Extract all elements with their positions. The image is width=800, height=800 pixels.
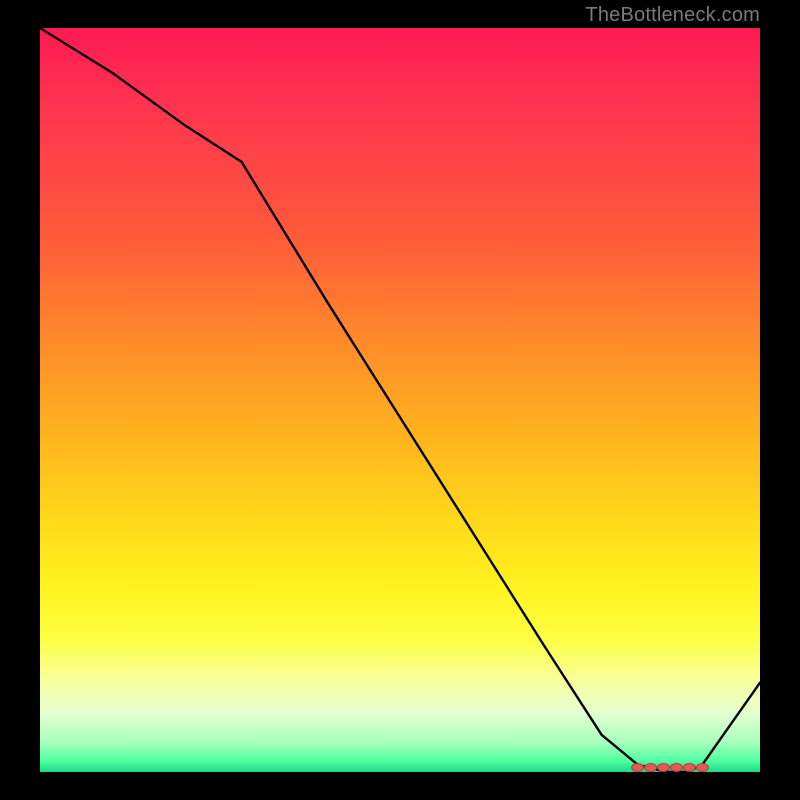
optimal-marker bbox=[632, 764, 644, 772]
optimal-marker bbox=[658, 764, 670, 772]
plot-area bbox=[40, 28, 760, 772]
optimal-marker bbox=[671, 764, 683, 772]
optimal-marker bbox=[645, 764, 657, 772]
watermark-text: TheBottleneck.com bbox=[585, 4, 760, 27]
optimal-marker bbox=[683, 764, 695, 772]
optimal-marker bbox=[696, 764, 708, 772]
bottleneck-curve bbox=[40, 28, 760, 772]
chart-frame: TheBottleneck.com bbox=[0, 0, 800, 800]
optimal-range-markers bbox=[632, 764, 709, 772]
curve-line bbox=[40, 28, 760, 772]
